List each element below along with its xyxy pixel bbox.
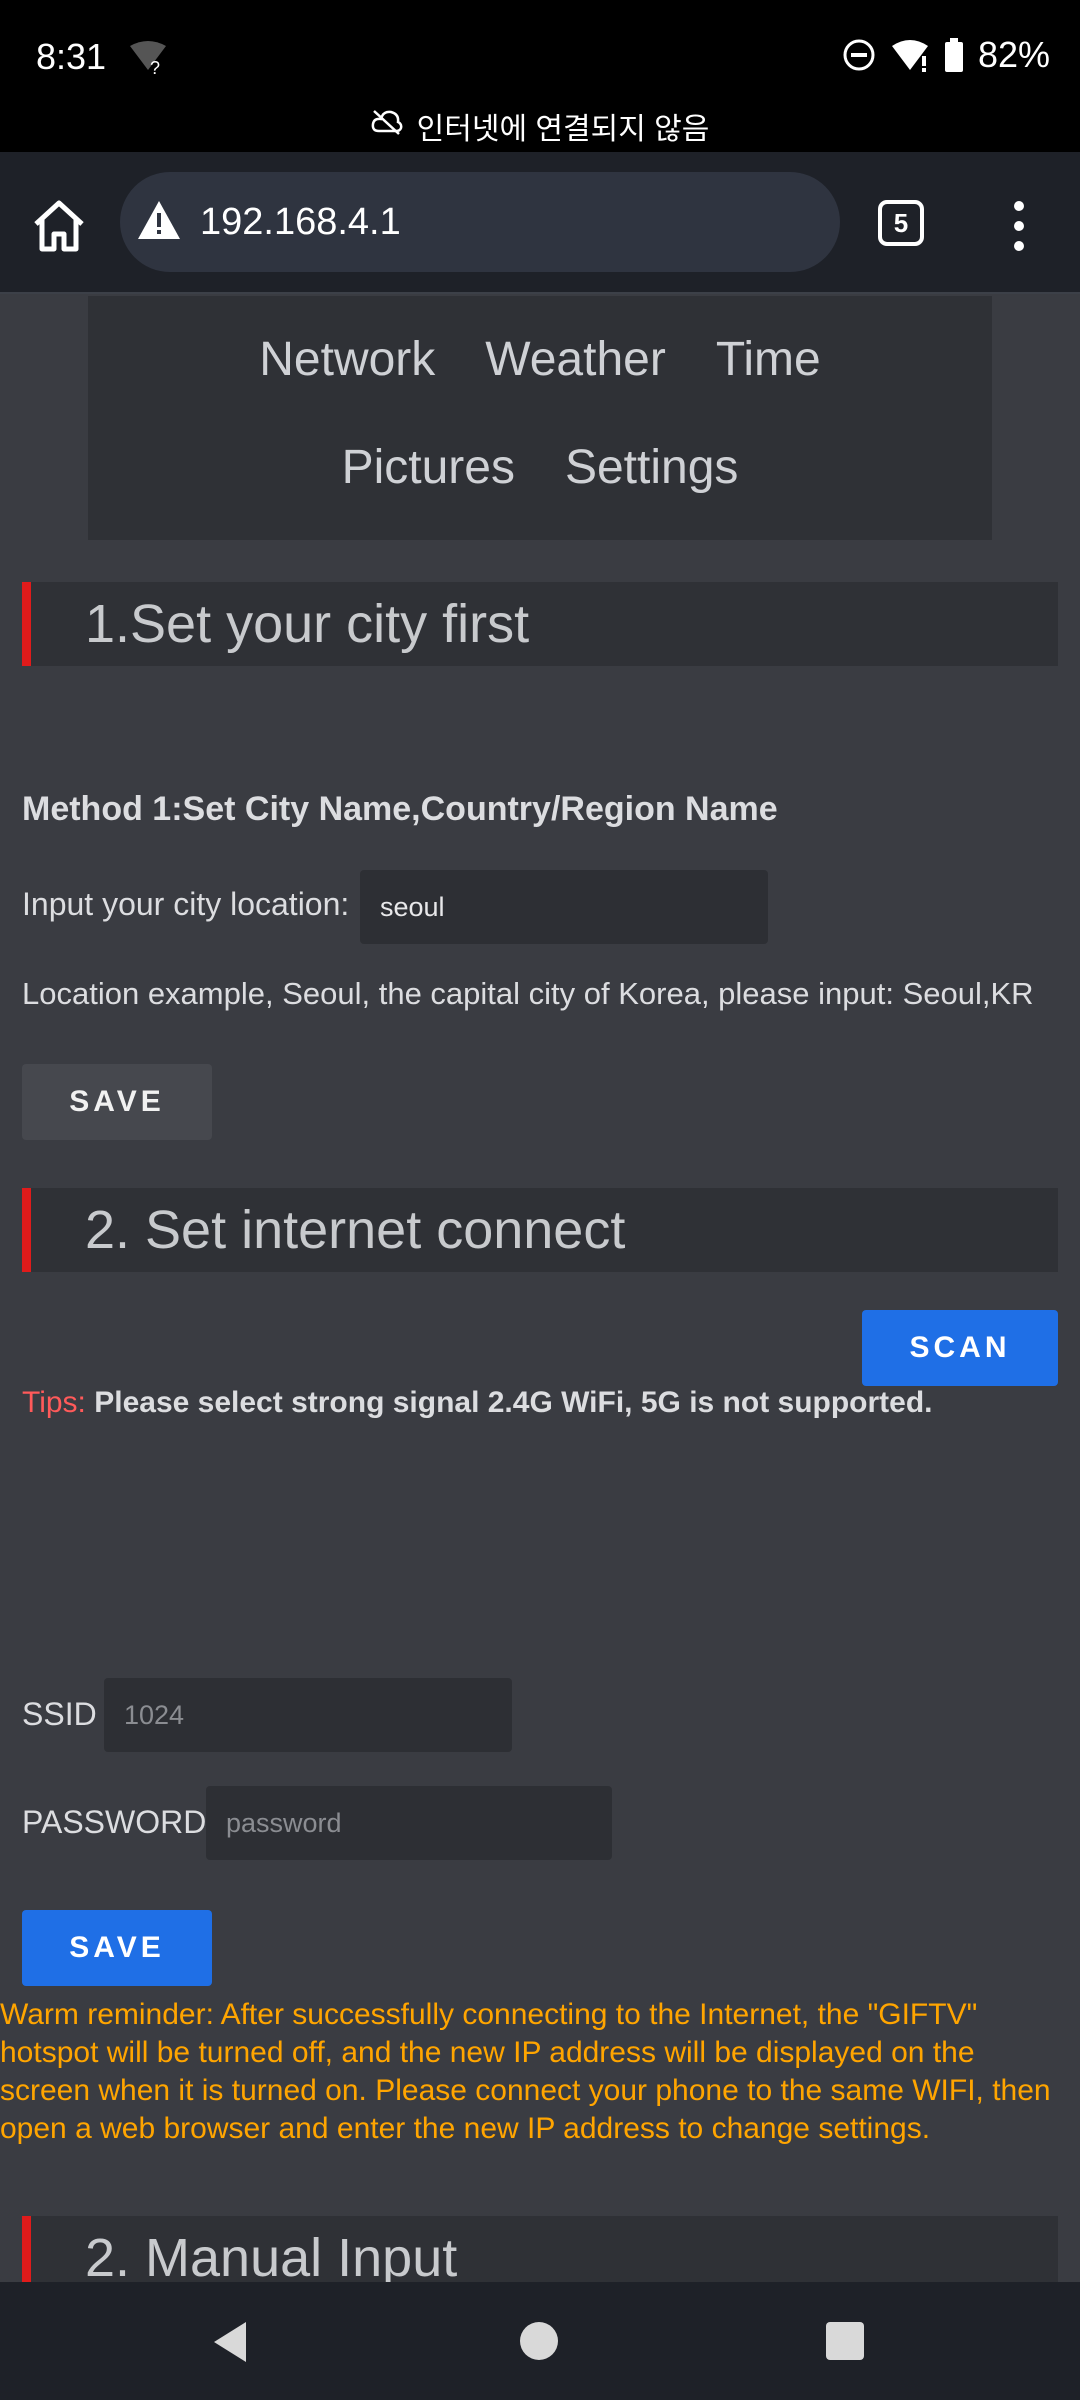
ssid-label: SSID : (22, 1696, 115, 1732)
method-title: Method 1:Set City Name,Country/Region Na… (22, 790, 778, 828)
nav-link-settings[interactable]: Settings (565, 440, 738, 495)
section-header-internet: 2. Set internet connect (22, 1188, 1058, 1272)
site-nav-row-2: Pictures Settings (88, 440, 992, 495)
battery-percent: 82% (977, 34, 1050, 75)
password-label: PASSWORD : (22, 1804, 225, 1840)
browser-toolbar: 192.168.4.1 5 (0, 152, 1080, 294)
nav-link-weather[interactable]: Weather (485, 332, 666, 387)
home-icon[interactable] (30, 198, 88, 254)
status-bar: 8:31 ? 82% 인터넷에 연결되지 않음 (0, 0, 1080, 152)
section-header-city: 1.Set your city first (22, 582, 1058, 666)
site-nav-row-1: Network Weather Time (88, 332, 992, 387)
site-nav: Network Weather Time Pictures Settings (88, 296, 992, 540)
cloud-off-icon (371, 109, 403, 143)
scan-button[interactable]: SCAN (862, 1310, 1058, 1386)
warm-reminder: Warm reminder: After successfully connec… (0, 1998, 1051, 2145)
back-icon[interactable] (210, 2320, 250, 2369)
password-input[interactable] (206, 1786, 612, 1860)
city-input[interactable] (360, 870, 768, 944)
url-text[interactable]: 192.168.4.1 (200, 201, 401, 244)
tab-switcher-button[interactable]: 5 (878, 200, 924, 246)
recents-icon[interactable] (826, 2322, 864, 2360)
tips-text: Please select strong signal 2.4G WiFi, 5… (94, 1386, 933, 1419)
wifi-alert-icon (890, 38, 930, 72)
status-right: 82% (842, 34, 1050, 76)
nav-link-network[interactable]: Network (259, 332, 435, 387)
dnd-icon (842, 38, 876, 72)
status-time: 8:31 (36, 36, 107, 77)
tips: Tips: Please select strong signal 2.4G W… (22, 1386, 933, 1420)
city-label: Input your city location: (22, 886, 350, 922)
svg-text:?: ? (150, 58, 160, 76)
more-menu-icon[interactable] (1004, 196, 1034, 256)
tips-label: Tips: (22, 1386, 86, 1419)
warning-icon[interactable] (136, 199, 182, 246)
section-header-manual: 2. Manual Input (22, 2216, 1058, 2282)
page-content: Network Weather Time Pictures Settings 1… (0, 296, 1080, 2282)
save-wifi-button[interactable]: SAVE (22, 1910, 212, 1986)
nav-link-time[interactable]: Time (716, 332, 821, 387)
wifi-unknown-icon: ? (128, 40, 168, 78)
battery-icon (944, 38, 964, 72)
home-nav-icon[interactable] (520, 2322, 558, 2360)
offline-banner: 인터넷에 연결되지 않음 (0, 104, 1080, 148)
address-bar[interactable]: 192.168.4.1 (120, 172, 840, 272)
offline-text: 인터넷에 연결되지 않음 (416, 113, 710, 146)
nav-link-pictures[interactable]: Pictures (342, 440, 515, 495)
save-city-button[interactable]: SAVE (22, 1064, 212, 1140)
ssid-input[interactable] (104, 1678, 512, 1752)
system-nav-bar (0, 2282, 1080, 2400)
location-example: Location example, Seoul, the capital cit… (22, 976, 1034, 1011)
